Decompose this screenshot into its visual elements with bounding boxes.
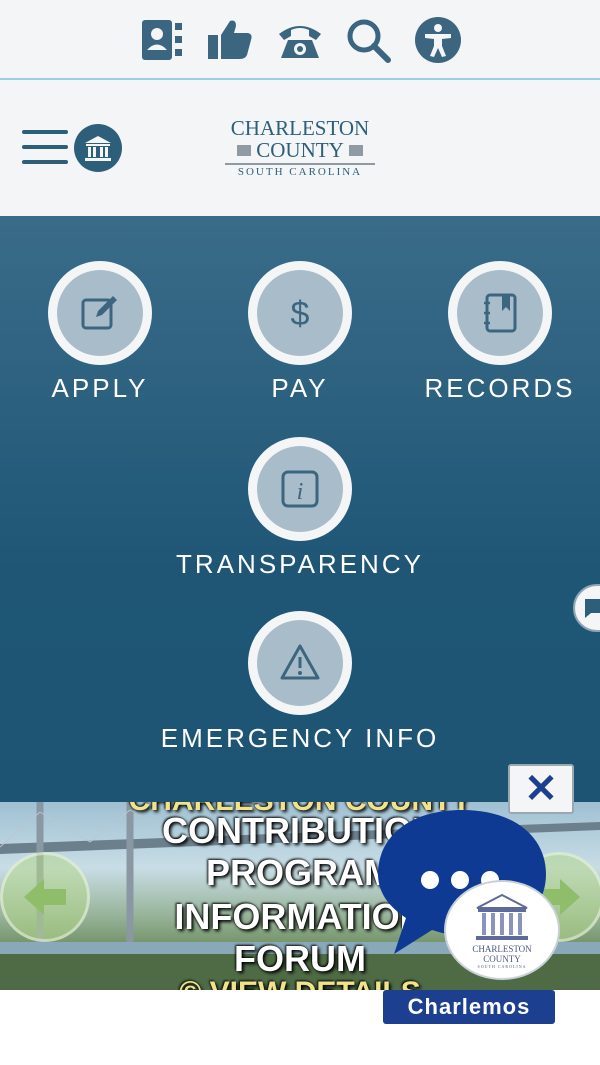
county-logo[interactable]: CHARLESTON COUNTY SOUTH CAROLINA (222, 117, 378, 181)
contact-directory-icon[interactable] (138, 16, 186, 64)
logo-divider (225, 163, 375, 165)
slider-prev-button[interactable] (0, 852, 90, 942)
phone-icon[interactable] (276, 16, 324, 64)
dollar-icon: $ (291, 295, 310, 333)
government-building-icon[interactable] (74, 124, 122, 172)
accessibility-icon[interactable] (414, 16, 462, 64)
utility-bar (0, 0, 600, 80)
logo-line-2: COUNTY (256, 138, 344, 162)
notebook-icon (484, 293, 517, 333)
search-icon[interactable] (344, 16, 392, 64)
quick-link-pay[interactable]: $ PAY (200, 261, 400, 404)
quick-link-records[interactable]: RECORDS (400, 261, 600, 404)
quick-link-emergency-info[interactable]: EMERGENCY INFO (100, 611, 500, 754)
quick-link-label: RECORDS (424, 373, 576, 403)
quick-link-label: EMERGENCY INFO (160, 723, 440, 753)
quick-link-label: PAY (271, 373, 329, 403)
edit-icon (81, 296, 117, 330)
chat-close-button[interactable]: ✕ (508, 764, 574, 814)
info-icon: i (281, 470, 319, 508)
arrow-left-icon (24, 879, 66, 915)
chat-logo-line-2: COUNTY (483, 953, 521, 964)
quick-link-label: APPLY (51, 373, 149, 403)
svg-text:i: i (297, 479, 304, 505)
logo-square-right (348, 144, 363, 156)
logo-square-left (237, 144, 252, 156)
courthouse-icon (476, 893, 528, 940)
thumbs-up-icon[interactable] (206, 16, 254, 64)
hamburger-menu-icon[interactable] (22, 130, 68, 166)
chat-logo-line-3: SOUTH CAROLINA (477, 963, 527, 969)
chat-launcher-button[interactable]: Charlemos (383, 990, 555, 1024)
chat-county-seal: CHARLESTON COUNTY SOUTH CAROLINA (444, 880, 560, 980)
quick-link-transparency[interactable]: i TRANSPARENCY (100, 437, 500, 580)
chat-logo-line-1: CHARLESTON (472, 943, 532, 954)
quick-link-label: TRANSPARENCY (176, 549, 424, 579)
logo-line-3: SOUTH CAROLINA (237, 166, 363, 178)
quick-link-apply[interactable]: APPLY (0, 261, 200, 404)
svg-text:$: $ (291, 295, 310, 333)
logo-line-1: CHARLESTON (230, 116, 370, 140)
comment-icon (585, 599, 600, 618)
warning-icon (280, 644, 320, 680)
